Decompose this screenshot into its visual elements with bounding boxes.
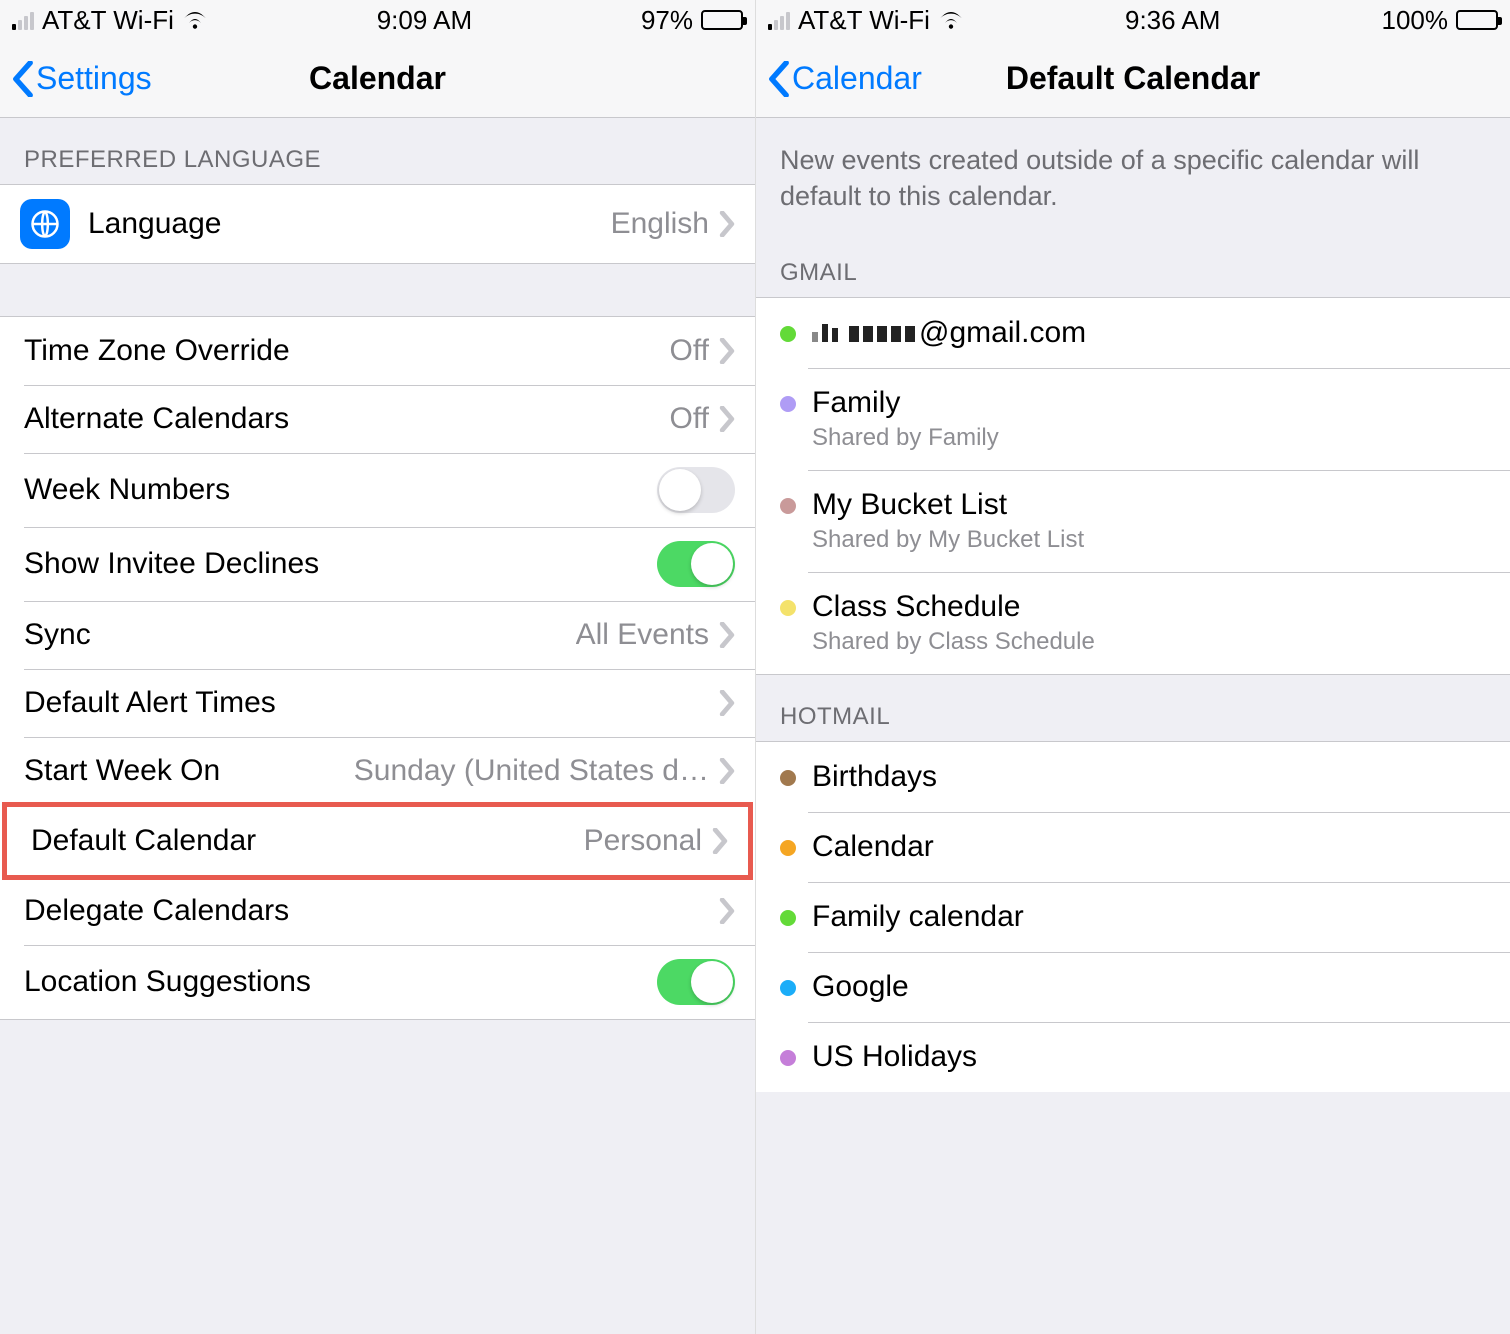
- globe-icon: [20, 199, 70, 249]
- chevron-right-icon: [719, 406, 735, 432]
- row-start-week-on[interactable]: Start Week On Sunday (United States d…: [0, 737, 755, 805]
- calendar-label: US Holidays: [812, 1040, 977, 1074]
- chevron-right-icon: [712, 828, 728, 854]
- chevron-right-icon: [719, 690, 735, 716]
- calendar-option[interactable]: Birthdays: [756, 742, 1510, 812]
- row-alternate-calendars[interactable]: Alternate Calendars Off: [0, 385, 755, 453]
- row-value: Personal: [584, 824, 702, 858]
- calendar-option[interactable]: @gmail.com: [756, 298, 1510, 368]
- color-dot-icon: [780, 770, 796, 786]
- color-dot-icon: [780, 980, 796, 996]
- calendar-option[interactable]: Family calendar: [756, 882, 1510, 952]
- signal-icon: [12, 10, 34, 30]
- nav-bar: Calendar Default Calendar: [756, 40, 1510, 118]
- row-label: Show Invitee Declines: [24, 547, 319, 581]
- row-default-calendar[interactable]: Default Calendar Personal: [7, 807, 748, 875]
- phone-left: AT&T Wi-Fi 9:09 AM 97% Settings Calendar…: [0, 0, 755, 1334]
- row-language[interactable]: Language English: [0, 185, 755, 263]
- color-dot-icon: [780, 1050, 796, 1066]
- calendar-label: Family: [812, 386, 999, 420]
- section-description: New events created outside of a specific…: [756, 118, 1510, 231]
- calendar-label: Birthdays: [812, 760, 937, 794]
- row-value: Sunday (United States d…: [354, 754, 709, 788]
- calendar-option[interactable]: Google: [756, 952, 1510, 1022]
- row-label: Delegate Calendars: [24, 894, 289, 928]
- color-dot-icon: [780, 498, 796, 514]
- calendar-label: Family calendar: [812, 900, 1024, 934]
- color-dot-icon: [780, 910, 796, 926]
- row-label: Sync: [24, 618, 91, 652]
- section-header-gmail: GMAIL: [756, 231, 1510, 297]
- color-dot-icon: [780, 840, 796, 856]
- row-show-invitee-declines: Show Invitee Declines: [0, 527, 755, 601]
- wifi-icon: [938, 5, 964, 36]
- signal-icon: [768, 10, 790, 30]
- battery-icon: [701, 10, 743, 30]
- row-sync[interactable]: Sync All Events: [0, 601, 755, 669]
- chevron-right-icon: [719, 211, 735, 237]
- row-default-alert-times[interactable]: Default Alert Times: [0, 669, 755, 737]
- redacted-text: [812, 324, 915, 342]
- battery-pct: 97%: [641, 5, 693, 36]
- battery-icon: [1456, 10, 1498, 30]
- calendar-option[interactable]: Class Schedule Shared by Class Schedule: [756, 572, 1510, 674]
- clock: 9:09 AM: [377, 5, 472, 36]
- row-label: Location Suggestions: [24, 965, 311, 999]
- chevron-right-icon: [719, 758, 735, 784]
- status-bar: AT&T Wi-Fi 9:36 AM 100%: [756, 0, 1510, 40]
- phone-right: AT&T Wi-Fi 9:36 AM 100% Calendar Default…: [755, 0, 1510, 1334]
- calendar-sublabel: Shared by Class Schedule: [812, 628, 1095, 656]
- calendar-label: Google: [812, 970, 909, 1004]
- row-label: Start Week On: [24, 754, 220, 788]
- calendar-label: Calendar: [812, 830, 934, 864]
- calendar-sublabel: Shared by My Bucket List: [812, 526, 1084, 554]
- back-button[interactable]: Settings: [12, 60, 152, 97]
- row-label: Default Calendar: [31, 824, 256, 858]
- toggle-invitee-declines[interactable]: [657, 541, 735, 587]
- chevron-right-icon: [719, 622, 735, 648]
- calendar-label: My Bucket List: [812, 488, 1084, 522]
- row-label: Language: [88, 207, 221, 241]
- status-bar: AT&T Wi-Fi 9:09 AM 97%: [0, 0, 755, 40]
- section-header-hotmail: HOTMAIL: [756, 675, 1510, 741]
- wifi-icon: [182, 5, 208, 36]
- row-value: English: [611, 207, 709, 241]
- color-dot-icon: [780, 600, 796, 616]
- calendar-option[interactable]: My Bucket List Shared by My Bucket List: [756, 470, 1510, 572]
- row-week-numbers: Week Numbers: [0, 453, 755, 527]
- row-timezone-override[interactable]: Time Zone Override Off: [0, 317, 755, 385]
- row-value: All Events: [576, 618, 709, 652]
- carrier-label: AT&T Wi-Fi: [798, 5, 930, 36]
- toggle-location-suggestions[interactable]: [657, 959, 735, 1005]
- color-dot-icon: [780, 326, 796, 342]
- row-label: Alternate Calendars: [24, 402, 289, 436]
- chevron-right-icon: [719, 338, 735, 364]
- row-label: Default Alert Times: [24, 686, 276, 720]
- row-value: Off: [670, 334, 709, 368]
- calendar-sublabel: Shared by Family: [812, 424, 999, 452]
- row-label: Week Numbers: [24, 473, 230, 507]
- carrier-label: AT&T Wi-Fi: [42, 5, 174, 36]
- calendar-option[interactable]: Family Shared by Family: [756, 368, 1510, 470]
- section-header-language: PREFERRED LANGUAGE: [0, 118, 755, 184]
- color-dot-icon: [780, 396, 796, 412]
- back-button[interactable]: Calendar: [768, 60, 922, 97]
- nav-bar: Settings Calendar: [0, 40, 755, 118]
- calendar-option[interactable]: Calendar: [756, 812, 1510, 882]
- row-label: Time Zone Override: [24, 334, 290, 368]
- row-value: Off: [670, 402, 709, 436]
- highlight-annotation: Default Calendar Personal: [2, 802, 753, 880]
- battery-pct: 100%: [1382, 5, 1449, 36]
- toggle-week-numbers[interactable]: [657, 467, 735, 513]
- row-delegate-calendars[interactable]: Delegate Calendars: [0, 877, 755, 945]
- clock: 9:36 AM: [1125, 5, 1220, 36]
- calendar-label: Class Schedule: [812, 590, 1095, 624]
- calendar-label: @gmail.com: [812, 316, 1086, 350]
- row-location-suggestions: Location Suggestions: [0, 945, 755, 1019]
- calendar-option[interactable]: US Holidays: [756, 1022, 1510, 1092]
- back-label: Calendar: [792, 60, 922, 97]
- chevron-right-icon: [719, 898, 735, 924]
- back-label: Settings: [36, 60, 152, 97]
